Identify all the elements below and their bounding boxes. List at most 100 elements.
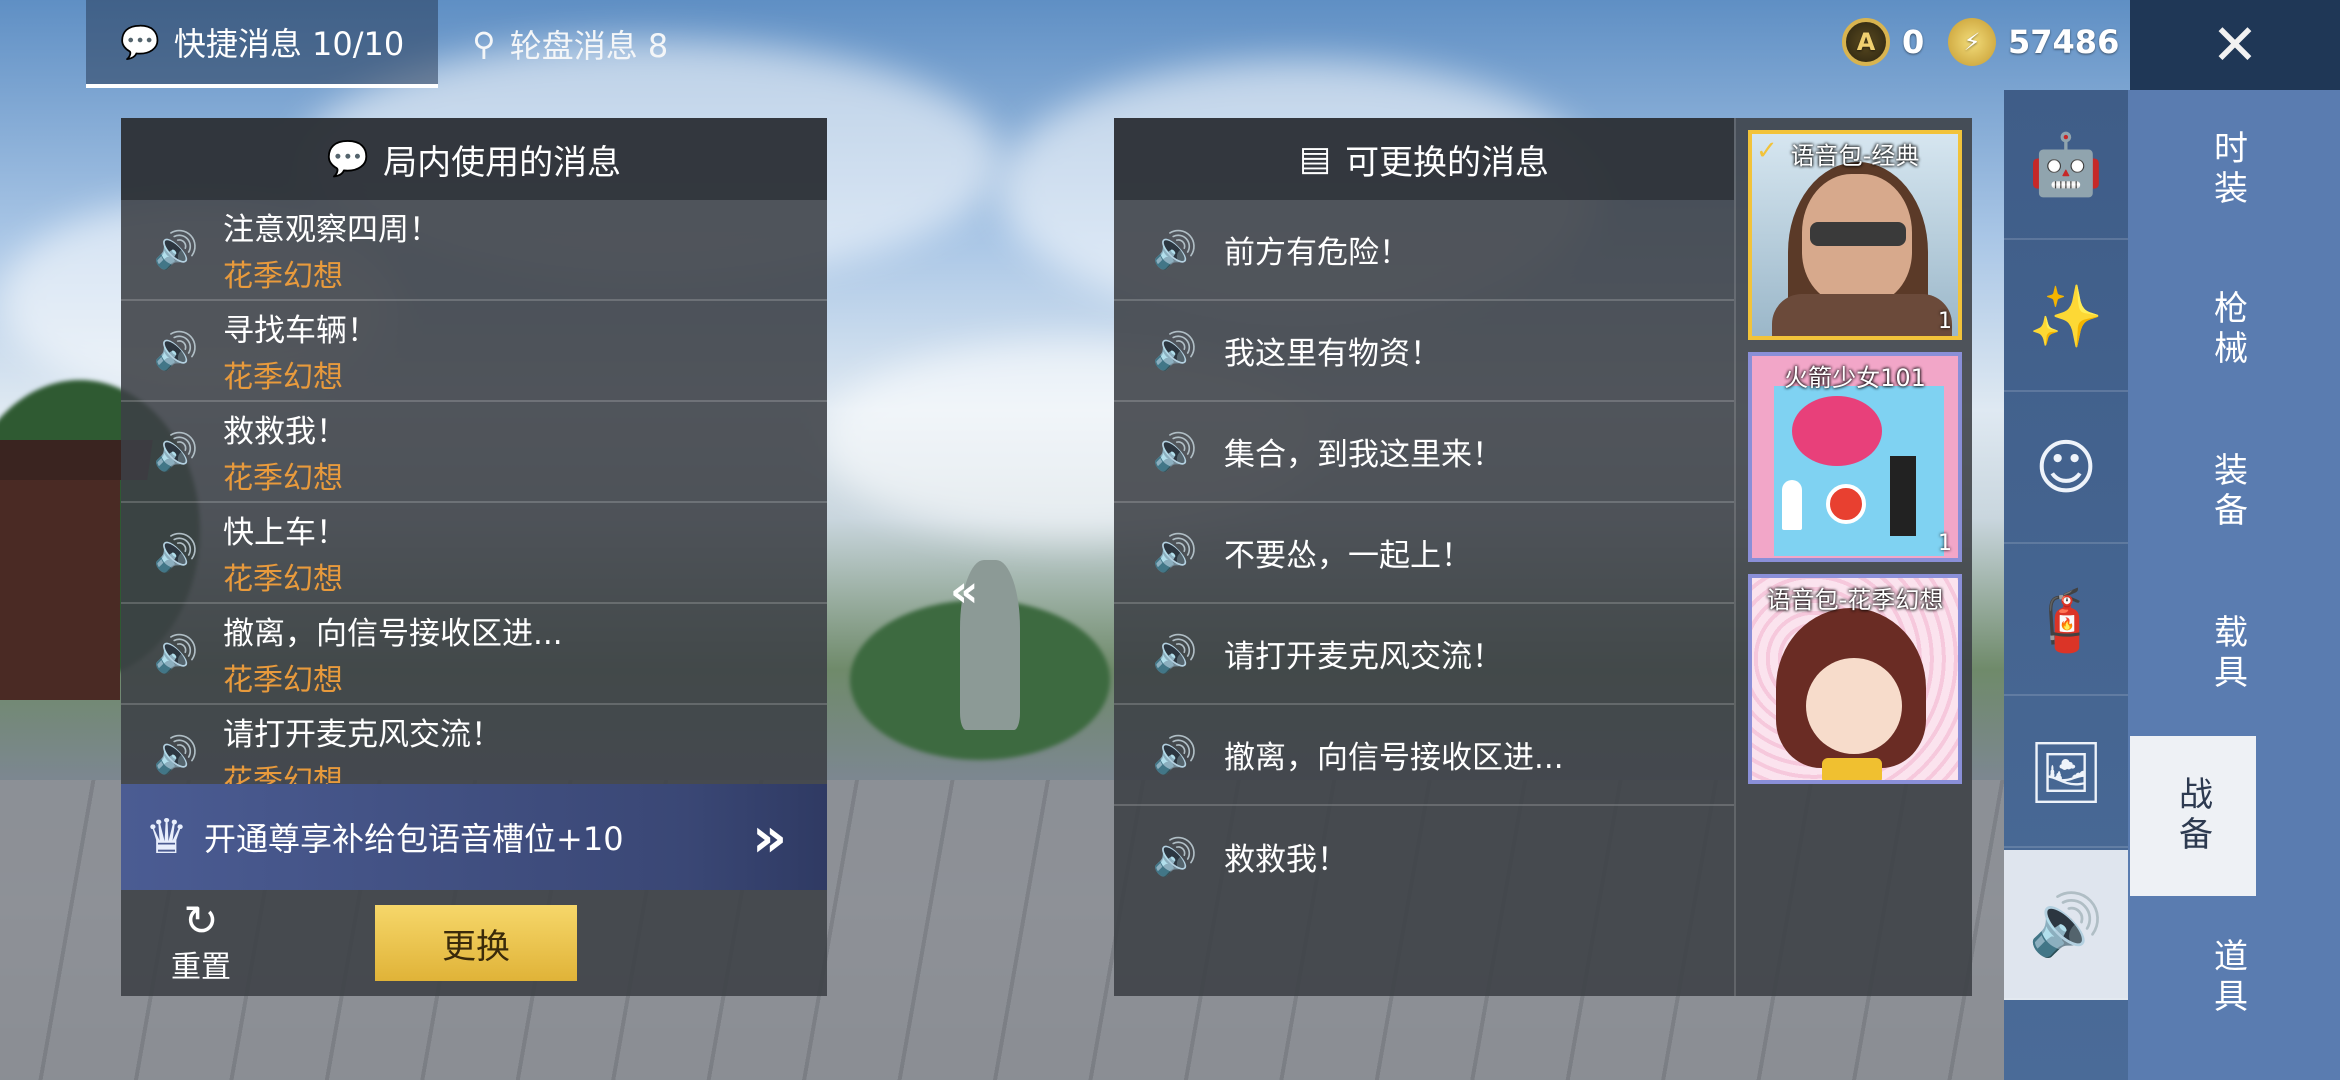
nav-equipment[interactable]: 装备	[2128, 412, 2328, 572]
robot-helmet-icon: 🤖	[2028, 129, 2104, 200]
double-chevron-right-icon: »	[752, 805, 787, 869]
voice-pack-list: ✓ 语音包-经典 1 火箭少女101 1 语音包-花季幻想	[1734, 118, 1972, 996]
tab-label: 轮盘消息 8	[509, 27, 669, 65]
replaceable-messages-panel: ▤ 可更换的消息 🔊 前方有危险！ 🔊 我这里有物资！ 🔊 集合，到我这里来！ …	[1114, 118, 1734, 996]
refresh-icon: ↻	[183, 896, 219, 945]
speaker-icon[interactable]: 🔊	[1150, 431, 1200, 473]
speaker-icon[interactable]: 🔊	[1150, 836, 1200, 878]
speaker-icon[interactable]: 🔊	[1150, 532, 1200, 574]
category-emote[interactable]: ☺	[2004, 394, 2128, 544]
voice-pack-rocket-girls[interactable]: 火箭少女101 1	[1748, 352, 1962, 562]
crown-icon: ♛	[145, 809, 189, 865]
promo-text: 开通尊享补给包语音槽位+10	[204, 820, 624, 858]
message-row[interactable]: 🔊 我这里有物资！	[1114, 301, 1734, 402]
speaker-icon[interactable]: 🔊	[151, 532, 201, 574]
bp-currency: ⚡ 57486	[1948, 18, 2119, 66]
panel-title: 局内使用的消息	[383, 142, 622, 183]
message-text: 救救我！	[1224, 842, 1348, 878]
reset-label: 重置	[171, 950, 231, 985]
message-row[interactable]: 🔊 撤离，向信号接收区进...	[1114, 705, 1734, 806]
message-text: 请打开麦克风交流！	[1224, 639, 1503, 675]
magic-wand-icon: ✨	[2028, 281, 2104, 352]
nav-fashion[interactable]: 时装	[2128, 90, 2328, 250]
nav-vehicles[interactable]: 载具	[2128, 574, 2328, 734]
voice-pack-label: 语音包-经典	[1790, 142, 1920, 170]
top-tab-bar: 💬 快捷消息 10/10 ⚲ 轮盘消息 8	[86, 0, 702, 90]
voice-pack-classic[interactable]: ✓ 语音包-经典 1	[1748, 130, 1962, 340]
message-text: 集合，到我这里来！	[1224, 437, 1503, 473]
speaker-icon[interactable]: 🔊	[1150, 330, 1200, 372]
category-gallery[interactable]: 🖼	[2004, 698, 2128, 848]
message-row[interactable]: 🔊 寻找车辆！ 花季幻想	[121, 301, 827, 402]
tab-label: 快捷消息 10/10	[173, 25, 405, 63]
bp-coin-icon: ⚡	[1948, 18, 1996, 66]
chat-bubble-icon: 💬	[120, 23, 160, 61]
message-text: 我这里有物资！	[1224, 336, 1441, 372]
close-icon: ✕	[2211, 12, 2259, 78]
voice-pack-label: 语音包-花季幻想	[1766, 586, 1944, 614]
message-text: 请打开麦克风交流！	[223, 717, 502, 753]
message-row[interactable]: 🔊 救救我！	[1114, 806, 1734, 907]
message-row[interactable]: 🔊 请打开麦克风交流！	[1114, 604, 1734, 705]
ag-coin-icon: A	[1842, 18, 1890, 66]
message-row[interactable]: 🔊 不要怂，一起上！	[1114, 503, 1734, 604]
voice-pack-count: 1	[1938, 531, 1952, 556]
in-game-message-list[interactable]: 🔊 注意观察四周！ 花季幻想 🔊 寻找车辆！ 花季幻想 🔊 救救我！ 花季幻想 …	[121, 200, 827, 866]
reset-button[interactable]: ↻ 重置	[141, 900, 261, 986]
panel-title: 可更换的消息	[1345, 142, 1550, 183]
message-text: 不要怂，一起上！	[1224, 538, 1472, 574]
message-text: 前方有危险！	[1224, 235, 1410, 271]
message-text: 救救我！	[223, 414, 347, 450]
category-helmet[interactable]: 🤖	[2004, 90, 2128, 240]
speaker-icon[interactable]: 🔊	[1150, 229, 1200, 271]
picture-icon: 🖼	[2027, 737, 2105, 808]
speaker-icon[interactable]: 🔊	[151, 633, 201, 675]
category-icon-column: 🤖 ✨ ☺ 🧯 🖼 🔊	[2004, 90, 2128, 1080]
emote-bubble-icon: ☺	[2034, 433, 2098, 503]
voice-pack-name: 花季幻想	[223, 663, 343, 698]
category-spray[interactable]: 🧯	[2004, 546, 2128, 696]
message-text: 寻找车辆！	[223, 313, 378, 349]
bottom-actions: ↻ 重置 更换	[121, 890, 827, 996]
message-row[interactable]: 🔊 集合，到我这里来！	[1114, 402, 1734, 503]
speaker-icon[interactable]: 🔊	[151, 431, 201, 473]
speaker-icon[interactable]: 🔊	[151, 330, 201, 372]
panel-header: ▤ 可更换的消息	[1114, 118, 1734, 200]
speaker-icon[interactable]: 🔊	[1150, 633, 1200, 675]
double-chevron-left-icon[interactable]: «	[950, 566, 978, 617]
category-effects[interactable]: ✨	[2004, 242, 2128, 392]
speaker-icon: 🔊	[2028, 889, 2104, 960]
speaker-icon[interactable]: 🔊	[1150, 734, 1200, 776]
change-button[interactable]: 更换	[375, 905, 577, 981]
speaker-icon[interactable]: 🔊	[151, 734, 201, 776]
voice-pack-name: 花季幻想	[223, 461, 343, 496]
spray-can-icon: 🧯	[2028, 585, 2104, 656]
message-text: 撤离，向信号接收区进...	[1224, 740, 1564, 776]
category-voice[interactable]: 🔊	[2004, 850, 2128, 1000]
voice-pack-count: 1	[1938, 309, 1952, 334]
message-row[interactable]: 🔊 注意观察四周！ 花季幻想	[121, 200, 827, 301]
message-stack-icon: ▤	[1298, 139, 1332, 179]
message-row[interactable]: 🔊 救救我！ 花季幻想	[121, 402, 827, 503]
bp-amount: 57486	[2008, 23, 2120, 61]
speaker-icon[interactable]: 🔊	[151, 229, 201, 271]
message-row[interactable]: 🔊 快上车！ 花季幻想	[121, 503, 827, 604]
message-row[interactable]: 🔊 撤离，向信号接收区进... 花季幻想	[121, 604, 827, 705]
voice-pack-flower-fantasy[interactable]: 语音包-花季幻想	[1748, 574, 1962, 784]
premium-supply-promo-banner[interactable]: ♛ 开通尊享补给包语音槽位+10 »	[121, 784, 827, 890]
tab-quick-messages[interactable]: 💬 快捷消息 10/10	[86, 0, 439, 88]
tab-wheel-messages[interactable]: ⚲ 轮盘消息 8	[438, 0, 702, 88]
close-button[interactable]: ✕	[2130, 0, 2340, 90]
nav-items[interactable]: 道具	[2128, 898, 2328, 1058]
nav-battle-gear[interactable]: 战备	[2130, 736, 2256, 896]
location-pin-icon: ⚲	[472, 25, 496, 63]
message-row[interactable]: 🔊 前方有危险！	[1114, 200, 1734, 301]
ag-currency: A 0	[1842, 18, 1924, 66]
voice-pack-name: 花季幻想	[223, 562, 343, 597]
in-game-messages-panel: 💬 局内使用的消息 🔊 注意观察四周！ 花季幻想 🔊 寻找车辆！ 花季幻想 🔊 …	[121, 118, 827, 996]
nav-weapons[interactable]: 枪械	[2128, 250, 2328, 410]
panel-header: 💬 局内使用的消息	[121, 118, 827, 200]
message-text: 撤离，向信号接收区进...	[223, 616, 563, 652]
voice-pack-name: 花季幻想	[223, 259, 343, 294]
replaceable-message-list[interactable]: 🔊 前方有危险！ 🔊 我这里有物资！ 🔊 集合，到我这里来！ 🔊 不要怂，一起上…	[1114, 200, 1734, 907]
